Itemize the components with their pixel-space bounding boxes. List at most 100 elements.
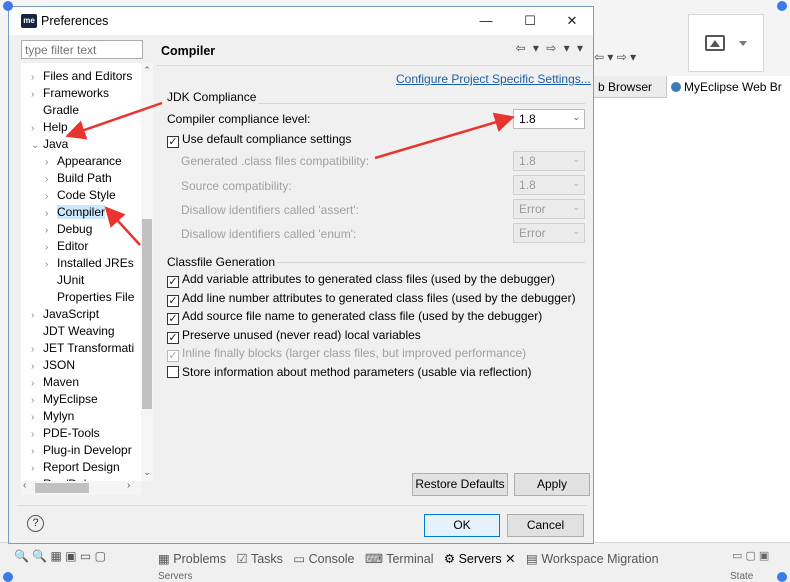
tree-item[interactable]: › Report Design xyxy=(31,459,120,476)
tree-item[interactable]: › Frameworks xyxy=(31,85,109,102)
tab-servers[interactable]: ⚙ Servers ✕ xyxy=(444,552,516,566)
cancel-button[interactable]: Cancel xyxy=(507,514,584,537)
tree-item[interactable]: › Installed JREs xyxy=(45,255,134,272)
tree-item[interactable]: ⌄ Java xyxy=(31,136,68,153)
tree-item[interactable]: › Mylyn xyxy=(31,408,74,425)
tree-item[interactable]: › JSON xyxy=(31,357,75,374)
image-icon xyxy=(705,35,725,51)
disallow-assert-select[interactable]: Error ⌄ xyxy=(513,199,585,219)
compliance-level-select[interactable]: 1.8 ⌄ xyxy=(513,109,585,129)
tab-browser[interactable]: b Browser xyxy=(594,76,664,98)
tree-item[interactable]: › Build Path xyxy=(45,170,112,187)
page-nav-arrows[interactable]: ⇦ ▾ ⇨ ▾ ▾ xyxy=(515,41,585,55)
maximize-button[interactable]: ☐ xyxy=(515,11,545,31)
tree-item[interactable]: › Code Style xyxy=(45,187,116,204)
chevron-down-icon xyxy=(739,41,747,46)
classfile-option-checkbox[interactable]: ✓ Add source file name to generated class… xyxy=(167,308,542,325)
chevron-right-icon[interactable]: › xyxy=(45,222,57,239)
tree-item[interactable]: Gradle xyxy=(31,102,79,119)
checkbox-box[interactable]: ✓ xyxy=(167,294,179,307)
configure-project-settings-link[interactable]: Configure Project Specific Settings... xyxy=(396,72,591,86)
ok-button[interactable]: OK xyxy=(424,514,500,537)
checkbox-box[interactable]: ✓ xyxy=(167,136,179,148)
tree-item[interactable]: › PDE-Tools xyxy=(31,425,100,442)
close-button[interactable]: ✕ xyxy=(557,11,587,31)
tree-item[interactable]: › Compiler xyxy=(45,204,106,222)
background-nav-arrows[interactable]: ⇦ ▾ ⇨ ▾ xyxy=(594,50,636,64)
tree-vertical-scrollbar[interactable]: ⌃ ⌄ xyxy=(141,63,153,481)
disallow-enum-label: Disallow identifiers called 'enum': xyxy=(181,227,357,241)
classfile-option-checkbox[interactable]: ✓ Add variable attributes to generated cl… xyxy=(167,271,555,288)
tree-item[interactable]: JDT Weaving xyxy=(31,323,115,340)
tree-item[interactable]: › Plug-in Developr xyxy=(31,442,132,459)
disallow-enum-select[interactable]: Error ⌄ xyxy=(513,223,585,243)
tree-item[interactable]: › MyEclipse xyxy=(31,391,98,408)
tree-item[interactable]: › Editor xyxy=(45,238,88,255)
tree-item-label: Appearance xyxy=(57,154,122,168)
chevron-right-icon[interactable]: › xyxy=(45,171,57,188)
checkbox-box[interactable]: ✓ xyxy=(167,313,179,325)
chevron-right-icon[interactable]: › xyxy=(31,358,43,375)
chevron-right-icon[interactable]: › xyxy=(31,341,43,358)
chevron-right-icon[interactable]: › xyxy=(31,409,43,426)
tree-item[interactable]: JUnit xyxy=(45,272,84,289)
tree-item-label: JavaScript xyxy=(43,307,100,321)
chevron-right-icon[interactable]: › xyxy=(31,375,43,392)
help-icon[interactable]: ? xyxy=(27,515,44,532)
chevron-down-icon[interactable]: ⌄ xyxy=(31,137,43,154)
tab-console[interactable]: ▭ Console xyxy=(293,552,354,566)
apply-button[interactable]: Apply xyxy=(514,473,590,496)
classfile-option-checkbox[interactable]: ✓ Inline finally blocks (larger class fil… xyxy=(167,345,526,362)
scroll-left-icon[interactable]: ‹ xyxy=(23,480,26,491)
checkbox-box[interactable]: ✓ xyxy=(167,350,179,362)
tab-problems[interactable]: ▦ Problems xyxy=(158,552,226,566)
tree-item[interactable]: › Debug xyxy=(45,221,92,238)
tree-item[interactable]: Properties File xyxy=(45,289,134,306)
tab-myeclipse-web-browser[interactable]: MyEclipse Web Br xyxy=(666,76,790,98)
classfile-option-checkbox[interactable]: ✓ Preserve unused (never read) local vari… xyxy=(167,327,421,344)
chevron-right-icon[interactable]: › xyxy=(31,307,43,324)
chevron-right-icon[interactable]: › xyxy=(45,256,57,273)
chevron-right-icon[interactable]: › xyxy=(31,392,43,409)
source-compat-select[interactable]: 1.8 ⌄ xyxy=(513,175,585,195)
checkbox-box[interactable]: ✓ xyxy=(167,276,179,288)
tree-item[interactable]: › Appearance xyxy=(45,153,122,170)
tree-horizontal-scrollbar[interactable]: ‹ › xyxy=(21,480,141,495)
tree-item[interactable]: › Help xyxy=(31,119,68,136)
filter-input[interactable] xyxy=(21,40,143,59)
panel-window-controls[interactable]: ▭ ▢ ▣ xyxy=(732,549,769,562)
checkbox-box[interactable] xyxy=(167,365,179,378)
tree-item[interactable]: › Maven xyxy=(31,374,79,391)
chevron-right-icon[interactable]: › xyxy=(31,86,43,103)
chevron-right-icon[interactable]: › xyxy=(45,239,57,256)
chevron-right-icon[interactable]: › xyxy=(45,154,57,171)
checkbox-box[interactable]: ✓ xyxy=(167,331,179,344)
tree-item-label: PDE-Tools xyxy=(43,426,100,440)
image-toolbar-button[interactable] xyxy=(688,14,764,72)
restore-defaults-button[interactable]: Restore Defaults xyxy=(412,473,508,496)
chevron-right-icon[interactable]: › xyxy=(31,120,43,137)
minimize-button[interactable]: — xyxy=(471,11,501,31)
scroll-down-icon[interactable]: ⌄ xyxy=(141,467,153,478)
classfile-option-checkbox[interactable]: Store information about method parameter… xyxy=(167,364,532,381)
tree-item[interactable]: › JET Transformati xyxy=(31,340,134,357)
chevron-right-icon[interactable]: › xyxy=(31,69,43,86)
tree-item[interactable]: › JavaScript xyxy=(31,306,99,323)
scroll-right-icon[interactable]: › xyxy=(127,480,130,491)
generated-class-compat-select[interactable]: 1.8 ⌄ xyxy=(513,151,585,171)
classfile-option-checkbox[interactable]: ✓ Add line number attributes to generated… xyxy=(167,290,576,307)
tree-item-label: Editor xyxy=(57,239,89,253)
chevron-right-icon[interactable]: › xyxy=(31,443,43,460)
tree-item[interactable]: › Files and Editors xyxy=(31,68,132,85)
chevron-right-icon[interactable]: › xyxy=(31,460,43,477)
tab-terminal[interactable]: ⌨ Terminal xyxy=(365,552,434,566)
scrollbar-thumb[interactable] xyxy=(142,219,152,409)
tab-workspace-migration[interactable]: ▤ Workspace Migration xyxy=(526,552,658,566)
scroll-up-icon[interactable]: ⌃ xyxy=(141,65,153,76)
tab-tasks[interactable]: ☑ Tasks xyxy=(237,552,283,566)
horizontal-scrollbar-thumb[interactable] xyxy=(35,483,89,493)
chevron-right-icon[interactable]: › xyxy=(31,426,43,443)
chevron-right-icon[interactable]: › xyxy=(45,205,57,222)
use-default-compliance-checkbox[interactable]: ✓ Use default compliance settings xyxy=(167,131,351,148)
chevron-right-icon[interactable]: › xyxy=(45,188,57,205)
